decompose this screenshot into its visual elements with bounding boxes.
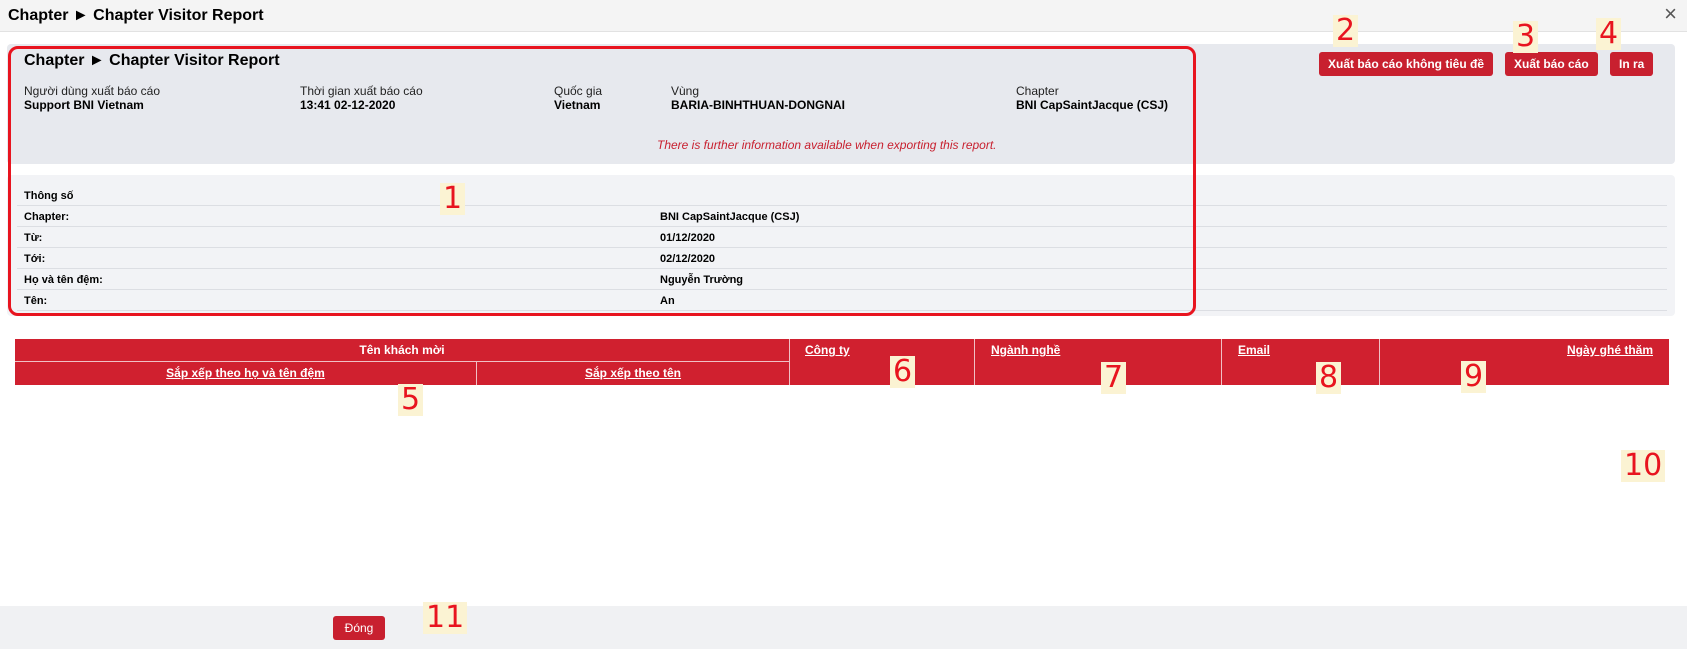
annotation-marker: 2 [1333, 15, 1359, 47]
param-row: Họ và tên đệm: Nguyễn Trường [17, 269, 1667, 290]
meta-value: BARIA-BINHTHUAN-DONGNAI [671, 98, 845, 112]
param-row: Tên: An [17, 290, 1667, 311]
column-divider [1379, 339, 1380, 385]
annotation-marker: 1 [440, 183, 466, 215]
column-divider [789, 339, 790, 385]
dialog-footer [0, 606, 1687, 649]
param-row: Chapter: BNI CapSaintJacque (CSJ) [17, 206, 1667, 227]
window-titlebar: Chapter ► Chapter Visitor Report × [0, 0, 1687, 32]
param-row: Từ: 01/12/2020 [17, 227, 1667, 248]
param-value: An [660, 295, 675, 307]
close-icon[interactable]: × [1664, 3, 1677, 25]
column-divider [1221, 339, 1222, 385]
visitor-table-header: Tên khách mời Sắp xếp theo họ và tên đệm… [15, 339, 1669, 385]
meta-value: Vietnam [554, 98, 601, 112]
parameters-panel: Thông số Chapter: BNI CapSaintJacque (CS… [7, 175, 1675, 316]
close-button[interactable]: Đóng [333, 616, 385, 640]
guest-name-header: Tên khách mời [359, 343, 445, 357]
print-button[interactable]: In ra [1610, 52, 1654, 76]
params-header: Thông số [24, 190, 74, 202]
annotation-marker: 4 [1596, 18, 1622, 50]
annotation-marker: 9 [1461, 361, 1487, 393]
meta-country: Quốc gia Vietnam [554, 84, 602, 112]
annotation-marker: 6 [890, 356, 916, 388]
meta-value: 13:41 02-12-2020 [300, 98, 396, 112]
annotation-marker: 8 [1316, 362, 1342, 394]
company-column-header[interactable]: Công ty [805, 343, 850, 357]
further-info-notice: There is further information available w… [657, 138, 997, 152]
params-header-row: Thông số [17, 185, 1667, 206]
report-title: Chapter ► Chapter Visitor Report [24, 52, 280, 69]
param-value: 01/12/2020 [660, 232, 716, 244]
param-value: Nguyễn Trường [660, 274, 744, 286]
annotation-marker: 5 [398, 384, 424, 416]
annotation-marker: 3 [1513, 21, 1539, 53]
annotation-marker: 11 [423, 602, 468, 634]
window-title: Chapter ► Chapter Visitor Report [8, 7, 264, 24]
meta-value: Support BNI Vietnam [24, 98, 144, 112]
param-label: Họ và tên đệm: [24, 274, 103, 286]
sort-by-name-link[interactable]: Sắp xếp theo tên [477, 366, 789, 380]
meta-value: BNI CapSaintJacque (CSJ) [1016, 98, 1169, 112]
param-value: BNI CapSaintJacque (CSJ) [660, 211, 800, 223]
annotation-marker: 7 [1101, 362, 1127, 394]
meta-exporter: Người dùng xuất báo cáo Support BNI Viet… [24, 84, 160, 112]
annotation-marker: 10 [1621, 450, 1666, 482]
meta-label: Thời gian xuất báo cáo [300, 84, 423, 98]
meta-label: Quốc gia [554, 84, 603, 98]
meta-export-time: Thời gian xuất báo cáo 13:41 02-12-2020 [300, 84, 423, 112]
export-button[interactable]: Xuất báo cáo [1505, 52, 1598, 76]
param-label: Từ: [24, 232, 43, 244]
visit-date-column-header[interactable]: Ngày ghé thăm [1567, 343, 1653, 357]
meta-label: Chapter [1016, 84, 1059, 98]
param-row: Tới: 02/12/2020 [17, 248, 1667, 269]
export-untitled-button[interactable]: Xuất báo cáo không tiêu đề [1319, 52, 1494, 76]
param-label: Chapter: [24, 211, 70, 223]
meta-region: Vùng BARIA-BINHTHUAN-DONGNAI [671, 84, 845, 112]
profession-column-header[interactable]: Ngành nghề [991, 343, 1060, 357]
header-divider [15, 361, 789, 362]
column-divider [974, 339, 975, 385]
meta-label: Vùng [671, 84, 700, 98]
meta-chapter: Chapter BNI CapSaintJacque (CSJ) [1016, 84, 1168, 112]
meta-label: Người dùng xuất báo cáo [24, 84, 160, 98]
param-label: Tên: [24, 295, 48, 307]
sort-by-middle-name-link[interactable]: Sắp xếp theo họ và tên đệm [15, 366, 476, 380]
email-column-header[interactable]: Email [1238, 343, 1270, 357]
param-value: 02/12/2020 [660, 253, 716, 265]
param-label: Tới: [24, 253, 46, 265]
